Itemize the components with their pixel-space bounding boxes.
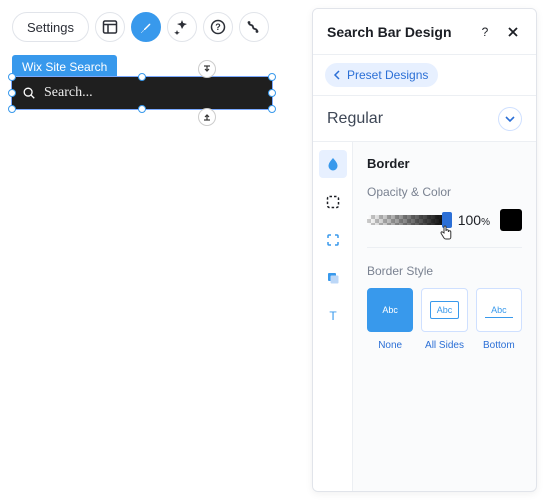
back-button[interactable]: Preset Designs xyxy=(325,63,438,87)
resize-handle[interactable] xyxy=(268,89,276,97)
design-panel: Search Bar Design ? Preset Designs Regul… xyxy=(312,8,537,492)
section-title: Border xyxy=(367,156,522,171)
corners-icon xyxy=(325,232,341,248)
shadow-icon xyxy=(325,270,341,286)
divider xyxy=(367,247,522,248)
element-tag-label: Wix Site Search xyxy=(22,60,107,74)
panel-header: Search Bar Design ? xyxy=(313,9,536,55)
state-row: Regular xyxy=(313,96,536,142)
animation-button[interactable] xyxy=(167,12,197,42)
rail-shadow[interactable] xyxy=(319,264,347,292)
opacity-slider[interactable] xyxy=(367,215,448,225)
panel-body: T Border Opacity & Color 100% Border Sty… xyxy=(313,142,536,491)
style-label-none: None xyxy=(367,340,413,351)
color-swatch[interactable] xyxy=(500,209,522,231)
anchor-icon xyxy=(202,64,212,74)
panel-title: Search Bar Design xyxy=(327,24,466,40)
element-tag: Wix Site Search xyxy=(12,55,117,79)
border-style-bottom[interactable]: Abc xyxy=(476,288,522,332)
layout-button[interactable] xyxy=(95,12,125,42)
help-icon: ? xyxy=(478,25,492,39)
search-icon xyxy=(22,86,36,100)
pointer-hand-icon xyxy=(438,225,454,241)
opacity-row: 100% xyxy=(367,209,522,231)
style-label-bottom: Bottom xyxy=(476,340,522,351)
border-style-none[interactable]: Abc xyxy=(367,288,413,332)
rail-text[interactable]: T xyxy=(319,302,347,330)
back-label: Preset Designs xyxy=(347,68,428,82)
resize-handle[interactable] xyxy=(268,105,276,113)
panel-help-button[interactable]: ? xyxy=(476,23,494,41)
resize-handle[interactable] xyxy=(8,73,16,81)
anchor-icon xyxy=(202,112,212,122)
border-style-options: Abc Abc Abc xyxy=(367,288,522,332)
border-style-labels: None All Sides Bottom xyxy=(367,340,522,351)
style-sample: Abc xyxy=(485,302,513,318)
resize-handle[interactable] xyxy=(8,89,16,97)
svg-text:?: ? xyxy=(482,25,489,39)
resize-handle[interactable] xyxy=(8,105,16,113)
state-expand-button[interactable] xyxy=(498,107,522,131)
rail-border[interactable] xyxy=(319,188,347,216)
editor-toolbar: Settings ? xyxy=(12,12,269,42)
panel-close-button[interactable] xyxy=(504,23,522,41)
settings-label: Settings xyxy=(27,20,74,35)
design-rail: T xyxy=(313,142,353,491)
opacity-label: Opacity & Color xyxy=(367,185,522,199)
border-style-all[interactable]: Abc xyxy=(421,288,467,332)
border-style-label: Border Style xyxy=(367,264,522,278)
design-button[interactable] xyxy=(131,12,161,42)
anchor-bottom-button[interactable] xyxy=(198,108,216,126)
text-icon: T xyxy=(325,308,341,324)
search-placeholder: Search... xyxy=(44,85,93,101)
drop-icon xyxy=(325,156,341,172)
style-sample: Abc xyxy=(430,301,460,319)
path-icon xyxy=(246,19,262,35)
help-button[interactable]: ? xyxy=(203,12,233,42)
help-icon: ? xyxy=(210,19,226,35)
style-sample: Abc xyxy=(382,305,398,315)
resize-handle[interactable] xyxy=(268,73,276,81)
chevron-left-icon xyxy=(333,70,341,80)
settings-button[interactable]: Settings xyxy=(12,12,89,42)
close-icon xyxy=(506,25,520,39)
resize-handle[interactable] xyxy=(138,73,146,81)
anchor-top-button[interactable] xyxy=(198,60,216,78)
panel-content: Border Opacity & Color 100% Border Style… xyxy=(353,142,536,491)
opacity-value: 100% xyxy=(458,212,490,228)
layout-icon xyxy=(102,19,118,35)
chevron-down-icon xyxy=(504,113,516,125)
panel-back-row: Preset Designs xyxy=(313,55,536,96)
resize-handle[interactable] xyxy=(138,105,146,113)
style-label-all: All Sides xyxy=(421,340,467,351)
rail-corners[interactable] xyxy=(319,226,347,254)
svg-text:T: T xyxy=(329,309,337,323)
sparkle-icon xyxy=(174,19,190,35)
brush-icon xyxy=(138,19,154,35)
more-button[interactable] xyxy=(239,12,269,42)
border-dashed-icon xyxy=(325,194,341,210)
state-label: Regular xyxy=(327,110,383,128)
svg-text:?: ? xyxy=(215,22,221,32)
rail-fill[interactable] xyxy=(319,150,347,178)
